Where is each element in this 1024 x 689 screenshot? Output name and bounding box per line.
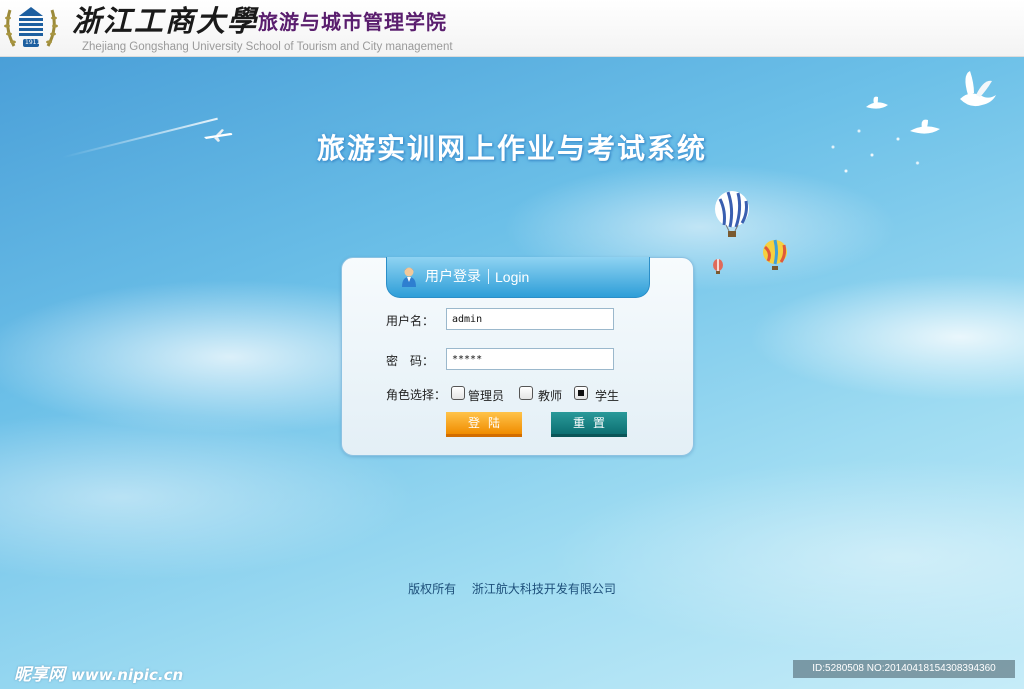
login-tab-label-cn: 用户登录 (425, 269, 481, 285)
reset-button[interactable]: 重置 (551, 412, 627, 437)
copyright-text: 版权所有 (408, 582, 457, 596)
role-label-teacher: 教师 (538, 389, 563, 403)
hot-air-balloon-icon (763, 239, 787, 270)
hot-air-balloon-icon (713, 259, 723, 274)
role-checkbox-admin[interactable] (451, 386, 465, 400)
role-checkbox-teacher[interactable] (519, 386, 533, 400)
sky-background: 旅游实训网上作业与考试系统 用户登录 Login 用户名： admin 密 码：… (0, 57, 1024, 689)
user-icon (402, 267, 416, 287)
login-button[interactable]: 登陆 (446, 412, 522, 437)
logo-year: 1911 (25, 39, 41, 46)
password-input[interactable] (446, 348, 614, 370)
role-checkbox-student[interactable] (574, 386, 588, 400)
watermark: 昵享网 www.nipic.cn (14, 660, 183, 685)
hot-air-balloon-icon (715, 191, 749, 237)
password-label: 密 码： (386, 354, 435, 368)
university-logo: 1911 (2, 2, 60, 54)
school-name: 旅游与城市管理学院 (258, 10, 447, 34)
username-label: 用户名： (386, 314, 435, 328)
watermark-brand: 昵享网 (14, 665, 65, 685)
company-name: 浙江航大科技开发有限公司 (471, 582, 616, 596)
role-select-label: 角色选择： (386, 388, 447, 402)
role-label-student: 学生 (595, 389, 620, 403)
university-name: 浙江工商大學 (72, 4, 259, 38)
school-name-en: Zhejiang Gongshang University School of … (82, 41, 453, 53)
page-footer: 版权所有 浙江航大科技开发有限公司 (0, 580, 1024, 597)
role-label-admin: 管理员 (468, 389, 505, 403)
page-header: 1911 浙江工商大學 旅游与城市管理学院 Zhejiang Gongshang… (0, 0, 1024, 57)
login-tab-header: 用户登录 Login (386, 257, 650, 298)
image-id-label: ID:5280508 NO:20140418154308394360 (793, 660, 1015, 678)
watermark-site: www.nipic.cn (71, 666, 184, 684)
sparkle-trail (820, 107, 950, 187)
username-input[interactable] (446, 308, 614, 330)
login-panel: 用户登录 Login 用户名： 密 码： 角色选择： 管理员 教师 学生 登陆 … (341, 257, 694, 456)
login-tab-label-en: Login (495, 269, 530, 285)
tab-separator (488, 269, 489, 284)
